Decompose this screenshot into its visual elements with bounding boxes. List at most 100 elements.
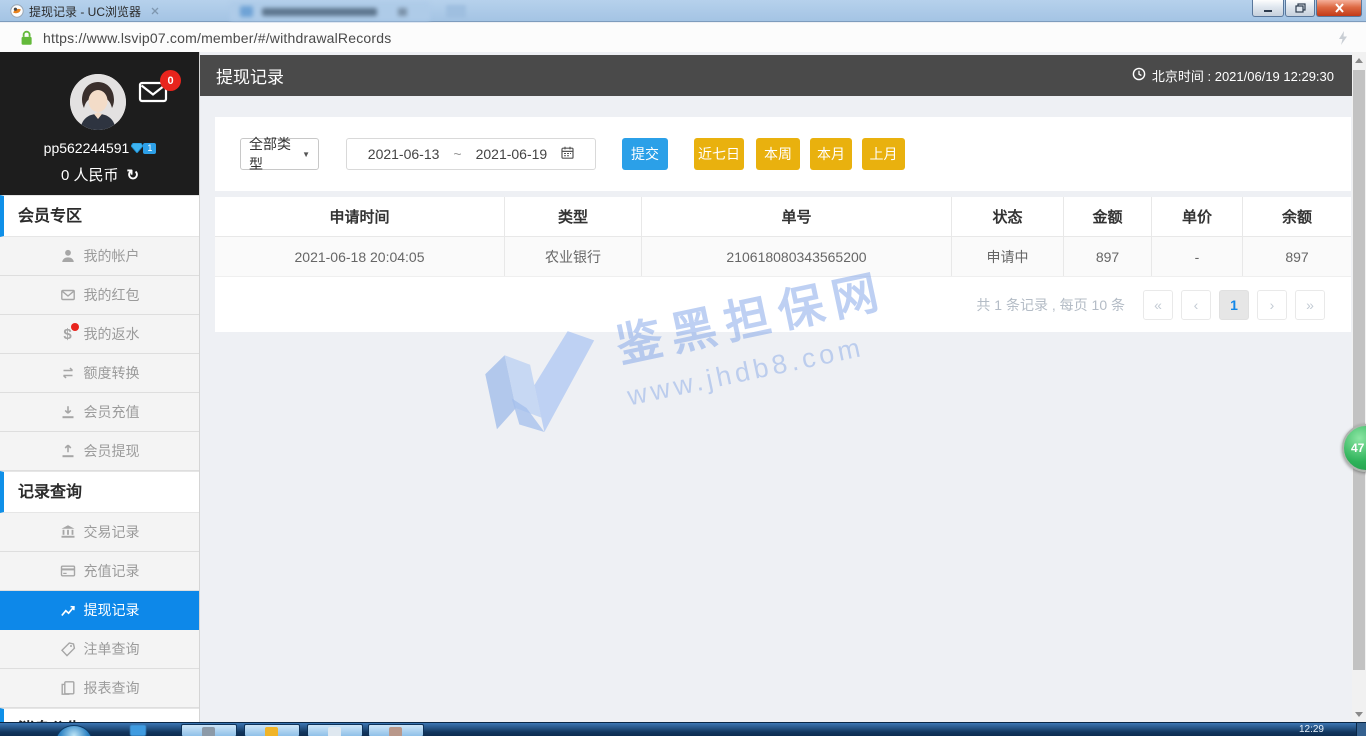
sidebar-item-label: 交易记录 xyxy=(84,522,140,542)
balance-row: 0 人民币 ↻ xyxy=(0,164,200,185)
taskbar-app-4[interactable] xyxy=(368,724,424,736)
last-page-button[interactable]: » xyxy=(1295,290,1325,320)
date-from[interactable]: 2021-06-13 xyxy=(368,146,440,162)
taskbar-app-2[interactable] xyxy=(244,724,300,736)
address-bar[interactable]: https://www.lsvip07.com/member/#/withdra… xyxy=(0,23,1366,53)
sidebar-item-label: 我的红包 xyxy=(84,285,140,305)
vip-level-badge: 1 xyxy=(143,143,156,154)
balance-value: 0 人民币 xyxy=(61,167,119,184)
sidebar-section-announcements: 消息公告 xyxy=(0,708,199,722)
beijing-time: 北京时间 : 2021/06/19 12:29:30 xyxy=(1132,66,1334,85)
quick-this-week-button[interactable]: 本周 xyxy=(756,138,800,170)
profile-panel: 0 pp5622445911 0 人民币 ↻ xyxy=(0,52,199,195)
page-1-button[interactable]: 1 xyxy=(1219,290,1249,320)
sidebar-item-bet-query[interactable]: 注单查询 xyxy=(0,630,199,669)
sidebar-item-label: 充值记录 xyxy=(84,561,140,581)
sidebar-item-deposit-records[interactable]: 充值记录 xyxy=(0,552,199,591)
sidebar-item-my-rebate[interactable]: $ 我的返水 xyxy=(0,315,199,354)
taskbar-app-3[interactable] xyxy=(307,724,363,736)
envelope-icon xyxy=(60,287,76,303)
cell-unit-price: - xyxy=(1152,237,1243,276)
cell-type: 农业银行 xyxy=(505,237,642,276)
avatar[interactable] xyxy=(70,74,126,130)
cell-apply-time: 2021-06-18 20:04:05 xyxy=(215,237,505,276)
sidebar-item-label: 额度转换 xyxy=(84,363,140,383)
filter-panel: 全部类型 ▼ 2021-06-13 ~ 2021-06-19 提交 近七日 本周… xyxy=(215,117,1351,191)
clock-icon xyxy=(1132,67,1146,84)
blurred-tab-close xyxy=(398,8,407,16)
browser-tab-active[interactable]: 提现记录 - UC浏览器 xyxy=(0,0,212,22)
taskbar-pinned-icon[interactable] xyxy=(130,725,146,736)
quick-this-month-button[interactable]: 本月 xyxy=(810,138,852,170)
col-apply-time: 申请时间 xyxy=(215,197,505,236)
sidebar-item-transaction-records[interactable]: 交易记录 xyxy=(0,513,199,552)
date-to[interactable]: 2021-06-19 xyxy=(476,146,548,162)
sidebar-item-label: 我的帐户 xyxy=(84,246,140,266)
sidebar-section-member: 会员专区 xyxy=(0,195,199,237)
next-page-button[interactable]: › xyxy=(1257,290,1287,320)
message-count-badge: 0 xyxy=(160,70,181,91)
type-select-value: 全部类型 xyxy=(249,134,302,174)
sidebar-item-quota-transfer[interactable]: 额度转换 xyxy=(0,354,199,393)
new-tab-button[interactable] xyxy=(446,5,466,18)
screen: 提现记录 - UC浏览器 https://www.l xyxy=(0,0,1366,736)
main-content: 提现记录 北京时间 : 2021/06/19 12:29:30 全部类型 ▼ 2… xyxy=(200,52,1352,722)
sidebar-item-label: 提现记录 xyxy=(84,600,140,620)
sidebar-item-member-withdraw[interactable]: 会员提现 xyxy=(0,432,199,471)
show-desktop-button[interactable] xyxy=(1356,723,1366,736)
url-text[interactable]: https://www.lsvip07.com/member/#/withdra… xyxy=(43,30,391,46)
dollar-icon: $ xyxy=(60,326,76,342)
scroll-up-icon[interactable] xyxy=(1352,52,1366,68)
page-header: 提现记录 北京时间 : 2021/06/19 12:29:30 xyxy=(200,55,1352,96)
taskbar-app-1[interactable] xyxy=(181,724,237,736)
scroll-down-icon[interactable] xyxy=(1352,706,1366,722)
table-header-row: 申请时间 类型 单号 状态 金额 单价 余额 xyxy=(215,197,1351,237)
first-page-button[interactable]: « xyxy=(1143,290,1173,320)
col-unit-price: 单价 xyxy=(1152,197,1243,236)
chevron-down-icon: ▼ xyxy=(302,150,310,159)
calendar-icon[interactable] xyxy=(561,146,574,162)
sidebar-item-my-account[interactable]: 我的帐户 xyxy=(0,237,199,276)
refresh-balance-icon[interactable]: ↻ xyxy=(126,167,139,184)
sidebar-item-label: 注单查询 xyxy=(84,639,140,659)
browser-tab-blurred[interactable] xyxy=(230,2,430,21)
col-balance: 余额 xyxy=(1243,197,1351,236)
cell-status: 申请中 xyxy=(952,237,1064,276)
sidebar-item-withdrawal-records[interactable]: 提现记录 xyxy=(0,591,199,630)
page-title: 提现记录 xyxy=(216,63,284,88)
col-amount: 金额 xyxy=(1064,197,1152,236)
type-select[interactable]: 全部类型 ▼ xyxy=(240,138,319,170)
sidebar: 0 pp5622445911 0 人民币 ↻ 会员专区 我的帐户 我的红包 $ 我… xyxy=(0,52,200,722)
col-order-no: 单号 xyxy=(642,197,952,236)
vertical-scrollbar[interactable] xyxy=(1352,52,1366,722)
sidebar-item-member-deposit[interactable]: 会员充值 xyxy=(0,393,199,432)
upload-icon xyxy=(60,443,76,459)
line-chart-icon xyxy=(60,602,76,618)
report-file-icon xyxy=(60,680,76,696)
submit-button[interactable]: 提交 xyxy=(622,138,668,170)
lightning-icon[interactable] xyxy=(1338,31,1348,50)
minimize-button[interactable] xyxy=(1252,0,1284,17)
pagination-summary: 共 1 条记录 , 每页 10 条 xyxy=(976,295,1125,315)
sidebar-item-my-redpacket[interactable]: 我的红包 xyxy=(0,276,199,315)
pagination: 共 1 条记录 , 每页 10 条 « ‹ 1 › » xyxy=(215,277,1351,332)
date-separator: ~ xyxy=(453,146,461,162)
restore-button[interactable] xyxy=(1285,0,1315,17)
tab-close-icon[interactable] xyxy=(151,7,159,15)
exchange-icon xyxy=(60,365,76,381)
prev-page-button[interactable]: ‹ xyxy=(1181,290,1211,320)
col-type: 类型 xyxy=(505,197,642,236)
close-button[interactable] xyxy=(1316,0,1362,17)
scrollbar-thumb[interactable] xyxy=(1353,70,1365,670)
start-button[interactable] xyxy=(56,725,92,736)
ssl-lock-icon xyxy=(20,30,33,46)
sidebar-item-report-query[interactable]: 报表查询 xyxy=(0,669,199,708)
watermark-url: www.jhdb8.com xyxy=(625,325,900,412)
taskbar-clock[interactable]: 12:29 xyxy=(1299,724,1324,735)
sidebar-item-label: 会员提现 xyxy=(84,441,140,461)
watermark-logo-icon xyxy=(470,315,619,468)
quick-last-month-button[interactable]: 上月 xyxy=(862,138,905,170)
date-range-input[interactable]: 2021-06-13 ~ 2021-06-19 xyxy=(346,138,596,170)
quick-last-7-days-button[interactable]: 近七日 xyxy=(694,138,744,170)
username-row: pp5622445911 xyxy=(0,140,200,156)
